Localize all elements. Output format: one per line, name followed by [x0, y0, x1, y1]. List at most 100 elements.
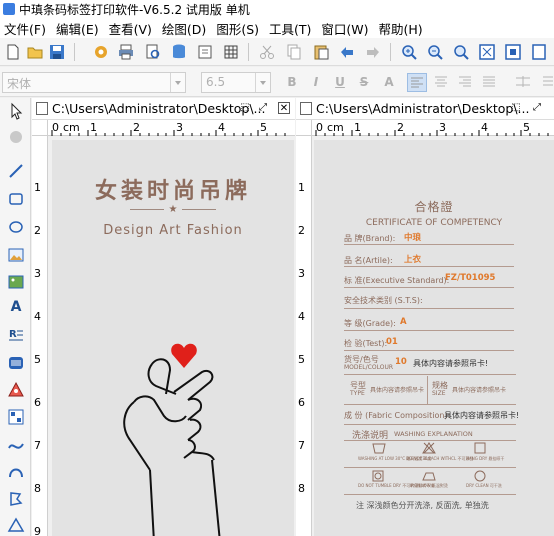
divider — [344, 350, 514, 351]
print-preview-icon[interactable] — [144, 43, 162, 61]
polyline-tool-icon[interactable] — [7, 490, 25, 508]
align-left-button[interactable] — [407, 73, 427, 92]
menu-file[interactable]: 文件(F) — [0, 19, 52, 38]
restore-icon[interactable]: ⬚ — [510, 102, 522, 114]
grade-label[interactable]: 等 级(Grade): — [344, 318, 396, 329]
ruler-tick-label: 4 — [34, 310, 41, 323]
ellipse-tool-icon[interactable] — [7, 218, 25, 236]
save-icon[interactable] — [48, 43, 66, 61]
fabric-note[interactable]: 具体内容请参照吊卡! — [444, 410, 519, 421]
standard-value[interactable]: FZ/T01095 — [445, 273, 495, 283]
hand-tool-icon[interactable] — [7, 128, 25, 146]
text-case-button[interactable]: A — [379, 73, 399, 92]
fabric-label[interactable]: 成 份 (Fabric Composition): — [344, 410, 450, 421]
settings-gear-icon[interactable] — [92, 43, 110, 61]
more-options-button[interactable] — [538, 73, 554, 92]
grade-value[interactable]: A — [400, 317, 407, 327]
maximize-icon[interactable]: ⤢ — [257, 102, 269, 114]
qrcode-tool-icon[interactable] — [7, 408, 25, 426]
triangle-barcode-icon[interactable] — [7, 381, 25, 399]
align-justify-icon — [483, 76, 495, 87]
model-note[interactable]: 具体内容请参照吊卡! — [413, 358, 488, 369]
undo-icon[interactable] — [338, 43, 356, 61]
certificate-subtitle[interactable]: CERTIFICATE OF COMPETENCY — [314, 218, 554, 228]
divider — [344, 244, 514, 245]
ruler-tick-label: 9 — [34, 525, 41, 536]
align-right-button[interactable] — [455, 73, 475, 92]
font-name-select[interactable]: 宋体 — [2, 72, 186, 93]
rich-text-tool-icon[interactable]: R — [7, 326, 25, 344]
menu-view[interactable]: 查看(V) — [105, 19, 158, 38]
barcode-tool-icon[interactable] — [7, 354, 25, 372]
zoom-in-icon[interactable] — [400, 43, 418, 61]
ruler-tick-label: 4 — [298, 310, 305, 323]
line-tool-icon[interactable] — [7, 162, 25, 180]
restore-icon[interactable]: ⬚ — [239, 102, 251, 114]
safety-category-label[interactable]: 安全技术类别 (S.T.S): — [344, 295, 423, 306]
test-value[interactable]: 01 — [386, 337, 398, 347]
product-name-label[interactable]: 品 名(Artile): — [344, 255, 393, 266]
close-icon[interactable]: ✕ — [278, 102, 290, 114]
brand-value[interactable]: 中琅 — [404, 231, 421, 243]
font-size-select[interactable]: 6.5 — [201, 72, 271, 93]
type-note[interactable]: 具体内容请参照吊卡 — [370, 385, 424, 394]
strikethrough-button[interactable]: S — [354, 73, 374, 92]
hang-tag-subtitle[interactable]: Design Art Fashion — [52, 223, 294, 238]
menu-help[interactable]: 帮助(H) — [375, 19, 429, 38]
menu-edit[interactable]: 编辑(E) — [52, 19, 105, 38]
menu-tools[interactable]: 工具(T) — [265, 19, 317, 38]
pointer-tool-icon[interactable] — [7, 102, 25, 120]
curve-tool-icon[interactable] — [7, 436, 25, 454]
test-label[interactable]: 检 验(Test): — [344, 338, 387, 349]
spec-note[interactable]: 具体内容请参照吊卡 — [452, 385, 506, 394]
underline-button[interactable]: U — [330, 73, 350, 92]
image-tool-icon[interactable] — [7, 246, 25, 264]
align-justify-button[interactable] — [479, 73, 499, 92]
zoom-extents-icon[interactable] — [478, 43, 496, 61]
menu-draw[interactable]: 绘图(D) — [158, 19, 212, 38]
page-view-icon[interactable] — [530, 43, 548, 61]
hang-tag-title[interactable]: 女装时尚吊牌 — [52, 173, 294, 205]
redo-icon[interactable] — [364, 43, 382, 61]
maximize-icon[interactable]: ⤢ — [531, 102, 543, 114]
new-document-icon[interactable] — [4, 43, 22, 61]
print-icon[interactable] — [117, 43, 135, 61]
polygon-tool-icon[interactable] — [7, 516, 25, 534]
align-center-button[interactable] — [431, 73, 451, 92]
menu-window[interactable]: 窗口(W) — [317, 19, 374, 38]
database-icon[interactable] — [170, 43, 188, 61]
hang-tag-label[interactable]: 女装时尚吊牌 ★ Design Art Fashion — [52, 140, 294, 536]
star-icon: ★ — [168, 204, 178, 215]
paste-icon[interactable] — [312, 43, 330, 61]
arc-tool-icon[interactable] — [7, 463, 25, 481]
standard-label[interactable]: 标 准(Executive Standard): — [344, 275, 449, 286]
page-setup-icon[interactable] — [196, 43, 214, 61]
wash-footer[interactable]: 注 深浅颜色分开洗涤, 反面洗, 单独洗 — [356, 500, 489, 511]
actual-size-icon[interactable] — [504, 43, 522, 61]
document-tab-left[interactable]: C:\Users\Administrator\Desktop\... ⬚ ⤢ ✕ — [32, 98, 295, 120]
cut-icon[interactable] — [258, 43, 276, 61]
menu-shape[interactable]: 图形(S) — [212, 19, 265, 38]
zoom-fit-icon[interactable] — [452, 43, 470, 61]
document-tab-right[interactable]: C:\Users\Administrator\Desktop\... ⬚ ⤢ — [296, 98, 554, 120]
open-folder-icon[interactable] — [26, 43, 44, 61]
text-tool-icon[interactable]: A — [7, 299, 25, 317]
zoom-out-icon[interactable] — [426, 43, 444, 61]
certificate-label[interactable]: 合格證 CERTIFICATE OF COMPETENCY 品 牌(Brand)… — [314, 140, 554, 536]
font-toolbar: 宋体 6.5 B I U S A — [0, 67, 554, 97]
window-title: 中瑱条码标签打印软件-V6.5.2 试用版 单机 — [19, 2, 250, 17]
picture-tool-icon[interactable] — [7, 273, 25, 291]
finger-heart-illustration[interactable] — [114, 342, 234, 536]
product-name-value[interactable]: 上衣 — [404, 253, 421, 265]
brand-label[interactable]: 品 牌(Brand): — [344, 233, 395, 244]
italic-button[interactable]: I — [306, 73, 326, 92]
rectangle-tool-icon[interactable] — [7, 190, 25, 208]
ruler-ticks — [315, 130, 549, 136]
certificate-title[interactable]: 合格證 — [314, 198, 554, 215]
bold-button[interactable]: B — [282, 73, 302, 92]
grid-icon[interactable] — [222, 43, 240, 61]
spacing-button[interactable] — [513, 73, 533, 92]
copy-icon[interactable] — [285, 43, 303, 61]
model-value[interactable]: 10 — [395, 357, 407, 367]
ruler-ticks — [51, 130, 286, 136]
